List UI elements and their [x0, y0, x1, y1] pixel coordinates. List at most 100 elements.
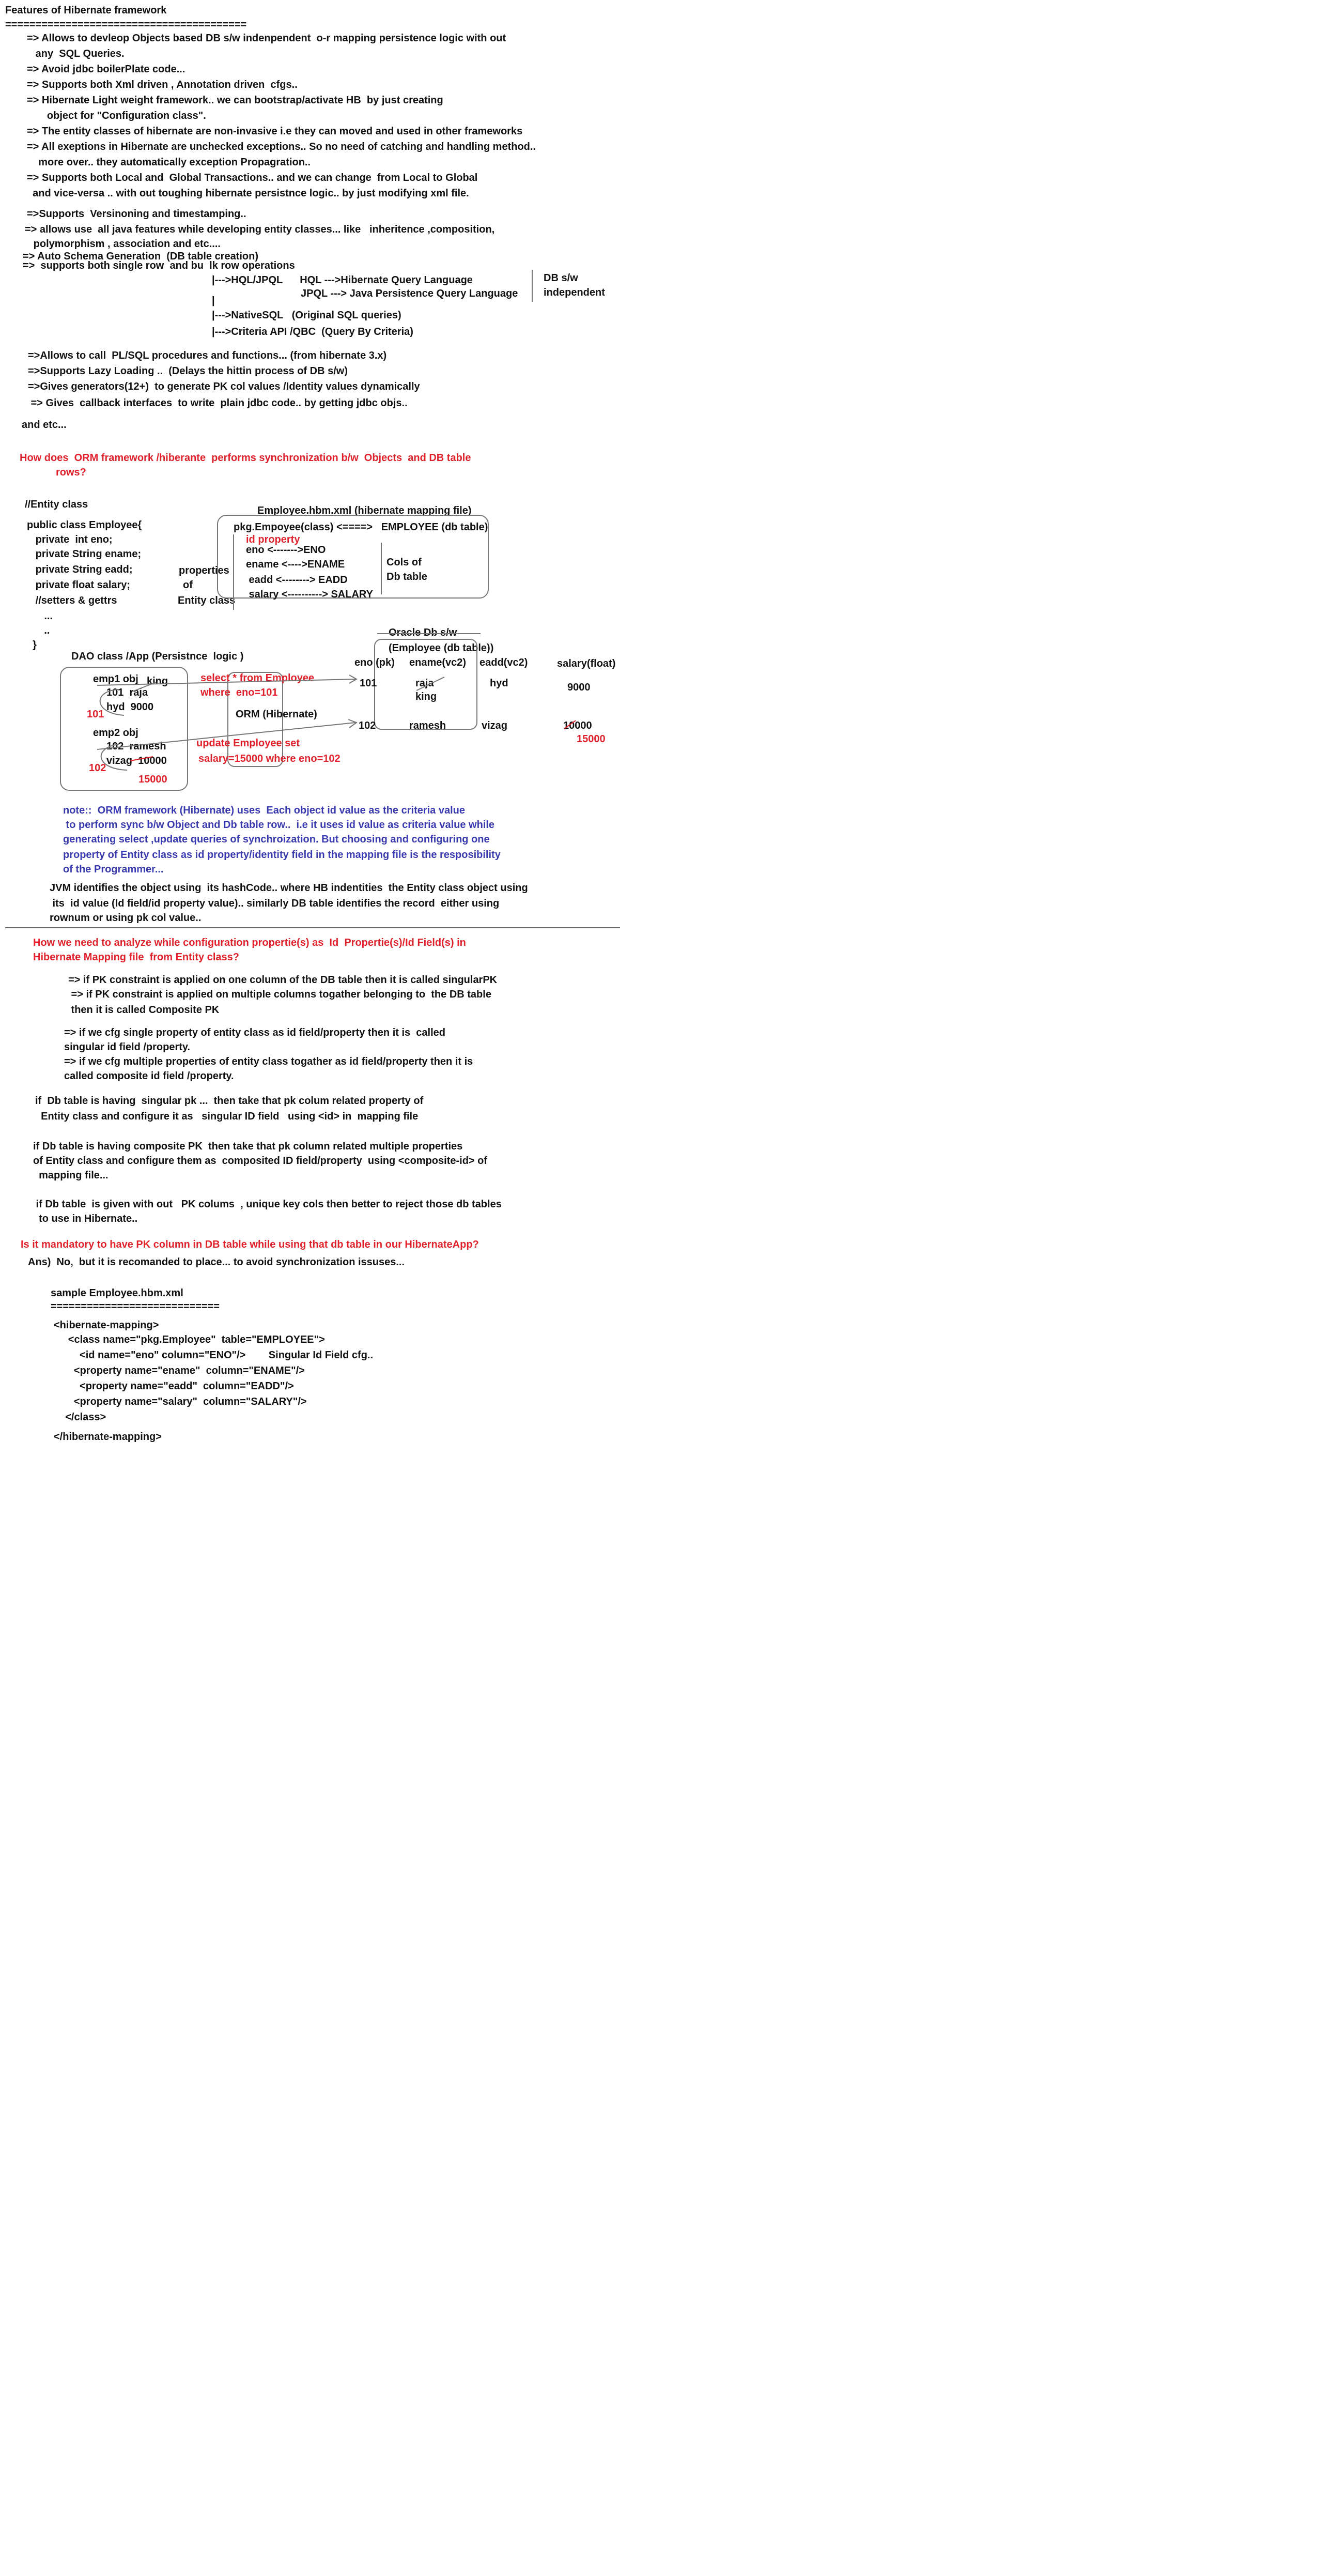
cols-label-2: Db table [386, 571, 427, 582]
query-hql: |--->HQL/JPQL HQL --->Hibernate Query La… [212, 274, 473, 286]
query-pipe: | [212, 295, 215, 306]
feature-line: and vice-versa .. with out toughing hibe… [27, 188, 469, 199]
emp1-label: emp1 obj [93, 673, 138, 685]
features-underline: ======================================== [5, 19, 247, 30]
singular-pk-line: Entity class and configure it as singula… [35, 1111, 419, 1122]
feature-line: => Allows to devleop Objects based DB s/… [27, 33, 506, 44]
question-id-config-line-2: Hibernate Mapping file from Entity class… [33, 952, 239, 963]
entity-code-line: private String eadd; [27, 564, 133, 575]
table-cell: hyd [490, 678, 508, 689]
feature-line: => Hibernate Light weight framework.. we… [27, 95, 443, 106]
note-line: of the Programmer... [63, 864, 164, 875]
xml-line: <hibernate-mapping> [54, 1320, 159, 1331]
feature-line: more over.. they automatically exception… [27, 157, 311, 168]
emp1-king: king [147, 676, 168, 687]
update-query-2: salary=15000 where eno=102 [198, 753, 341, 764]
xml-line: <property name="ename" column="ENAME"/> [54, 1365, 305, 1376]
col-header-eadd: eadd(vc2) [479, 657, 528, 668]
table-cell-updated: 15000 [577, 733, 606, 745]
feature-single-bulk: => supports both single row and bu lk ro… [23, 260, 295, 271]
db-independent-label-2: independent [544, 287, 605, 298]
query-nativesql: |--->NativeSQL (Original SQL queries) [212, 310, 401, 321]
entity-code-line: private float salary; [27, 579, 131, 591]
entity-comment: //Entity class [25, 499, 88, 510]
section-divider [5, 927, 620, 928]
col-header-eno: eno (pk) [354, 657, 395, 668]
xml-line: <id name="eno" column="ENO"/> Singular I… [54, 1350, 374, 1361]
table-cell: 10000 [563, 720, 592, 731]
xml-line: <property name="eadd" column="EADD"/> [54, 1381, 294, 1392]
select-query-2: where eno=101 [200, 687, 278, 698]
feature-more: => Gives callback interfaces to write pl… [28, 397, 408, 409]
feature-more: =>Gives generators(12+) to generate PK c… [28, 381, 420, 392]
table-cell: 9000 [567, 682, 591, 693]
entity-code-line: private String ename; [27, 548, 142, 560]
feature-line: => Supports both Local and Global Transa… [27, 172, 478, 183]
composite-pk-line: of Entity class and configure them as co… [33, 1155, 488, 1167]
emp2-values: 102 ramesh [106, 741, 166, 752]
emp1-values-2: hyd 9000 [106, 701, 154, 713]
xml-line: </class> [54, 1412, 106, 1423]
update-query-1: update Employee set [196, 738, 300, 749]
singular-pk-line: if Db table is having singular pk ... th… [35, 1095, 424, 1107]
xml-line: <class name="pkg.Employee" table="EMPLOY… [54, 1334, 325, 1345]
id-field-line: called composite id field /property. [64, 1070, 234, 1082]
note-line: to perform sync b/w Object and Db table … [63, 819, 495, 831]
query-jpql: JPQL ---> Java Persistence Query Languag… [301, 288, 518, 299]
table-cell: 102 [359, 720, 376, 731]
entity-code-line: ... [27, 610, 53, 622]
id-field-line: => if we cfg single property of entity c… [64, 1027, 445, 1038]
dao-title: DAO class /App (Persistnce logic ) [71, 651, 244, 662]
cols-label-1: Cols of [386, 557, 422, 568]
pk-line: => if PK constraint is applied on one co… [68, 974, 498, 986]
composite-pk-line: mapping file... [33, 1170, 109, 1181]
mapping-row: eno <------->ENO [246, 544, 326, 556]
feature-line: => The entity classes of hibernate are n… [27, 126, 523, 137]
col-header-salary: salary(float) [557, 658, 616, 669]
table-cell: raja [415, 678, 434, 689]
question-id-config-line-1: How we need to analyze while configurati… [33, 937, 466, 948]
entity-code-line: .. [27, 625, 50, 636]
feature-line: => Supports both Xml driven , Annotation… [27, 79, 298, 90]
table-cell: 101 [360, 678, 377, 689]
mapping-row: salary <----------> SALARY [246, 589, 373, 600]
table-cell: vizag [482, 720, 508, 731]
features-title: Features of Hibernate framework [5, 5, 167, 16]
question-sync-line-2: rows? [56, 467, 86, 478]
mapping-class-line: pkg.Empoyee(class) <====> EMPLOYEE (db t… [234, 522, 488, 533]
oracle-title: Oracle Db s/w [389, 627, 457, 638]
id-field-line: => if we cfg multiple properties of enti… [64, 1056, 473, 1067]
entity-code-line: //setters & gettrs [27, 595, 117, 606]
query-criteria: |--->Criteria API /QBC (Query By Criteri… [212, 326, 413, 338]
pk-line: then it is called Composite PK [68, 1004, 220, 1016]
note-line: property of Entity class as id property/… [63, 849, 501, 861]
select-query-1: select * from Employee [200, 672, 315, 684]
sample-title: sample Employee.hbm.xml [51, 1287, 183, 1299]
emp2-label: emp2 obj [93, 727, 138, 739]
emp2-values-2: vizag 10000 [106, 755, 167, 766]
note-line: generating select ,update queries of syn… [63, 834, 490, 845]
pk-line: => if PK constraint is applied on multip… [68, 989, 491, 1000]
table-cell: ramesh [409, 720, 446, 731]
feature-line: object for "Configuration class". [27, 110, 206, 121]
id-field-line: singular id field /property. [64, 1041, 191, 1053]
composite-pk-line: if Db table is having composite PK then … [33, 1141, 463, 1152]
mapping-row: eadd <--------> EADD [246, 574, 348, 586]
feature-versioning: =>Supports Versinoning and timestamping.… [27, 208, 246, 220]
feature-more: =>Allows to call PL/SQL procedures and f… [28, 350, 387, 361]
entity-code-line: } [27, 639, 37, 651]
no-pk-line: to use in Hibernate.. [33, 1213, 138, 1224]
emp1-id: 101 [87, 709, 104, 720]
emp2-id: 102 [89, 762, 106, 774]
jvm-line: JVM identifies the object using its hash… [50, 882, 528, 894]
question-sync-line-1: How does ORM framework /hiberante perfor… [20, 452, 471, 464]
note-line: note:: ORM framework (Hibernate) uses Ea… [63, 805, 466, 816]
answer-pk-mandatory: Ans) No, but it is recomanded to place..… [28, 1256, 405, 1268]
feature-etc: and etc... [22, 419, 67, 431]
jvm-line: its id value (Id field/id property value… [50, 898, 500, 909]
entity-code-line: public class Employee{ [27, 519, 142, 531]
emp2-salary-updated: 15000 [138, 774, 167, 785]
sample-underline: ============================ [51, 1301, 220, 1312]
feature-line: => All exeptions in Hibernate are unchec… [27, 141, 536, 152]
feature-line: => Avoid jdbc boilerPlate code... [27, 64, 185, 75]
